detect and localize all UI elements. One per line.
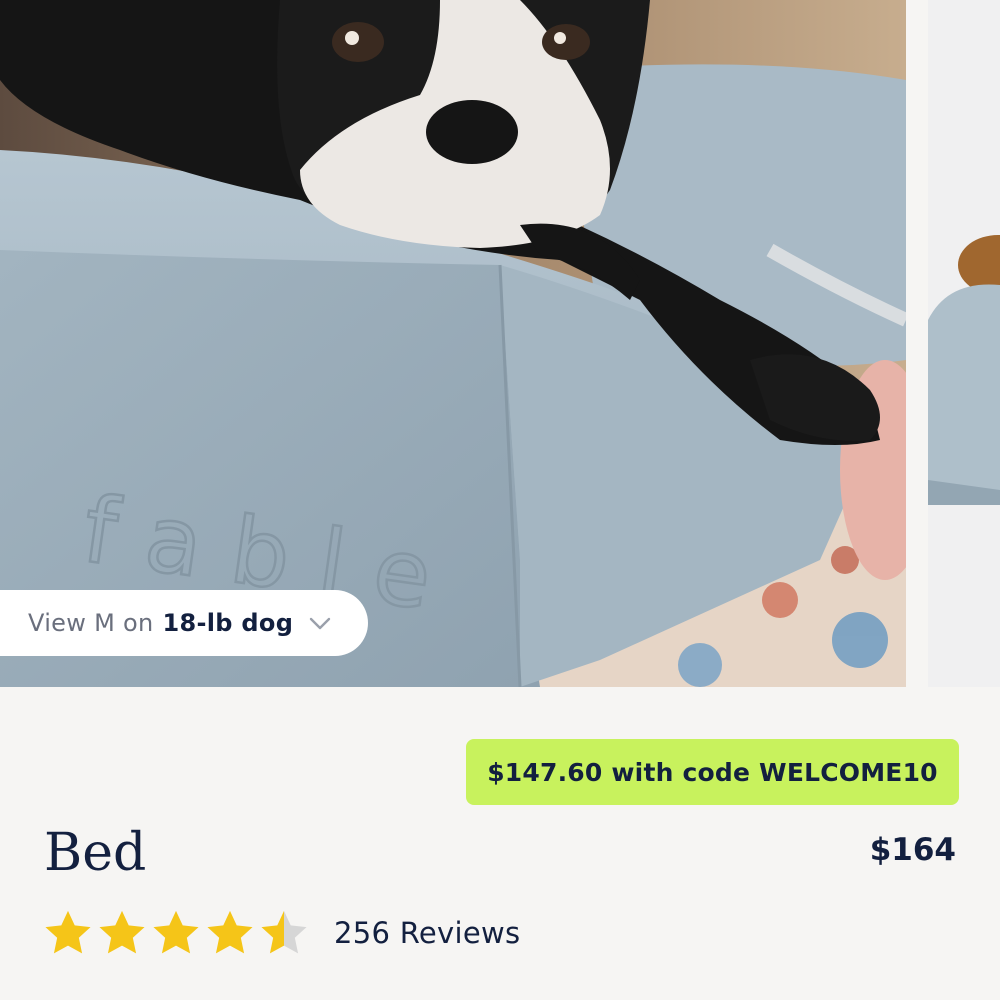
reviews-count-link[interactable]: 256 Reviews [334, 916, 520, 950]
product-image-carousel[interactable]: fable View M on 18-lb dog [0, 0, 1000, 687]
promo-code-badge: $147.60 with code WELCOME10 [466, 739, 959, 805]
dog-on-bed-photo: fable [0, 0, 906, 687]
rating-stars [42, 907, 312, 959]
size-selector-prefix: View M on [28, 609, 154, 637]
rating-summary[interactable]: 256 Reviews [42, 906, 520, 960]
product-title: Bed [44, 823, 147, 883]
size-selector-value: 18-lb dog [162, 609, 294, 637]
next-photo-preview [928, 0, 1000, 687]
product-photo-next[interactable] [928, 0, 1000, 687]
star-icon [153, 910, 199, 954]
star-icon [45, 910, 91, 954]
star-icon [99, 910, 145, 954]
product-price: $164 [869, 832, 956, 868]
size-on-dog-selector[interactable]: View M on 18-lb dog [0, 590, 368, 656]
chevron-down-icon [309, 617, 331, 630]
product-photo-main[interactable]: fable View M on 18-lb dog [0, 0, 906, 687]
star-icon [207, 910, 253, 954]
half-star-icon [261, 910, 307, 954]
